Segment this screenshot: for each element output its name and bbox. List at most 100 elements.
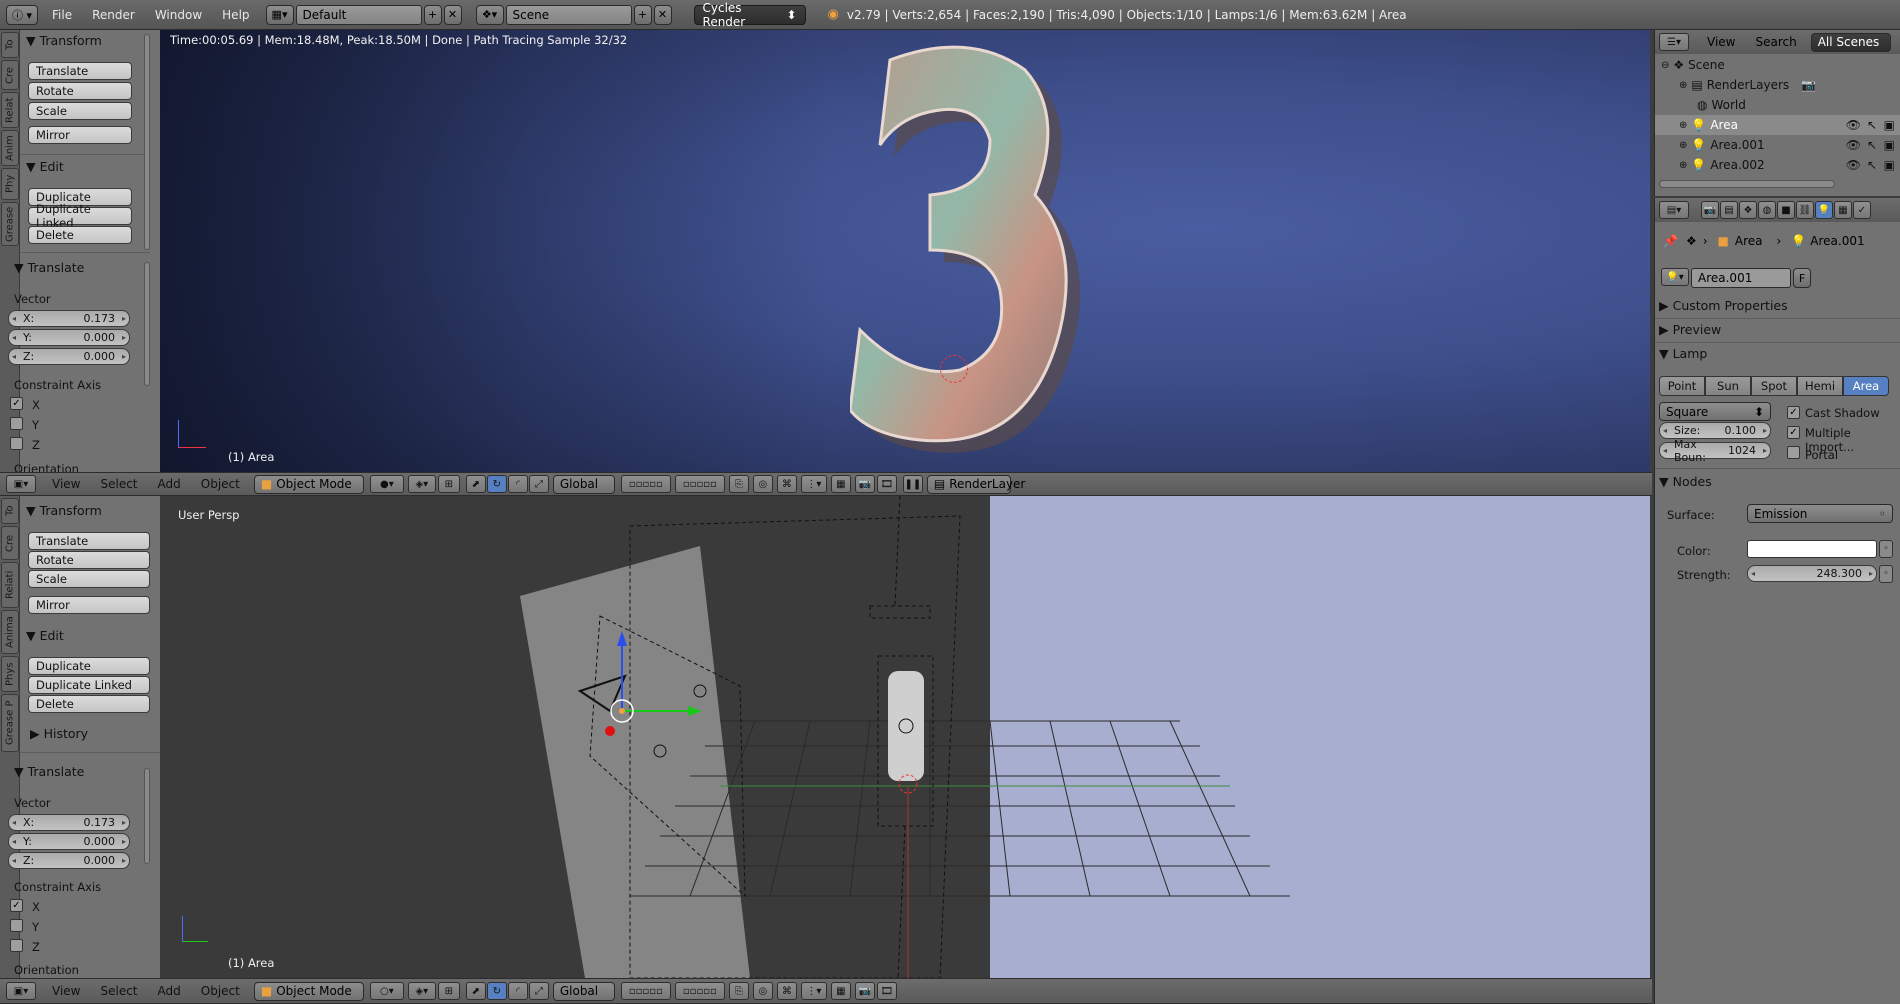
constraint-z-checkbox[interactable] xyxy=(10,939,23,952)
shelf-tab-grease[interactable]: Grease P xyxy=(1,694,19,752)
manipulator-toggle[interactable]: ⊞ xyxy=(437,475,460,493)
shelf-tab-create[interactable]: Cre xyxy=(1,526,19,560)
layers-grid-icon[interactable]: ▫▫▫▫▫ xyxy=(620,982,671,1000)
constraint-y-checkbox[interactable] xyxy=(10,919,23,932)
expand-icon[interactable]: ⊕ xyxy=(1679,160,1687,171)
world-tab-icon[interactable]: ◍ xyxy=(1758,201,1776,219)
size-field[interactable]: Size: 0.100 xyxy=(1659,422,1771,439)
menu-select[interactable]: Select xyxy=(100,984,137,998)
scale-button[interactable]: Scale xyxy=(28,570,150,588)
shelf-scrollbar[interactable] xyxy=(144,34,150,250)
menu-select[interactable]: Select xyxy=(100,477,137,491)
menu-object[interactable]: Object xyxy=(201,477,240,491)
shelf-scrollbar[interactable] xyxy=(144,262,150,386)
select-arrow-icon[interactable]: ↖ xyxy=(1867,138,1877,152)
layers-grid-2-icon[interactable]: ▫▫▫▫▫ xyxy=(674,982,725,1000)
visibility-eye-icon[interactable]: 👁 xyxy=(1846,138,1861,152)
add-layout-icon[interactable]: + xyxy=(423,4,442,25)
layers-grid-icon[interactable]: ▫▫▫▫▫ xyxy=(620,475,671,493)
scale-manip-icon[interactable]: ◜ xyxy=(507,475,528,493)
delete-button[interactable]: Delete xyxy=(28,695,150,713)
lamp-type-sun[interactable]: Sun xyxy=(1705,376,1751,396)
constraint-x-checkbox[interactable]: ✓ xyxy=(10,397,23,410)
shelf-tab-animation[interactable]: Anim xyxy=(1,130,19,166)
shelf-scrollbar[interactable] xyxy=(144,768,150,864)
lamp-browse-button[interactable]: 💡▾ xyxy=(1661,268,1689,286)
lock-layers-icon[interactable]: ⎘ xyxy=(728,475,749,493)
shelf-tab-physics[interactable]: Phys xyxy=(1,656,19,692)
rotate-manip-icon[interactable]: ↻ xyxy=(486,475,507,493)
snap-toggle-icon[interactable]: ⌘ xyxy=(776,475,797,493)
multiple-importance-checkbox[interactable]: ✓ xyxy=(1787,426,1800,439)
snap-element-icon[interactable]: ⋮▾ xyxy=(800,475,827,493)
orientation-dropdown[interactable]: Global xyxy=(552,981,615,1001)
outliner-row-area[interactable]: ⊕ 💡 Area 👁 ↖ ▣ xyxy=(1655,115,1900,135)
delete-button[interactable]: Delete xyxy=(28,226,132,244)
vector-z-field[interactable]: Z: 0.000 xyxy=(8,348,130,365)
shelf-tab-create[interactable]: Cre xyxy=(1,60,19,90)
visibility-eye-icon[interactable]: 👁 xyxy=(1846,118,1861,132)
menu-add[interactable]: Add xyxy=(158,984,181,998)
shelf-tab-physics[interactable]: Phy xyxy=(1,168,19,200)
lamp-panel[interactable]: ▼ Lamp xyxy=(1659,346,1897,361)
shape-dropdown[interactable]: Square ⬍ xyxy=(1659,402,1771,421)
layout-icon[interactable]: ▦▾ xyxy=(265,4,294,25)
lamp-type-hemi[interactable]: Hemi xyxy=(1797,376,1843,396)
vector-z-field[interactable]: Z: 0.000 xyxy=(8,852,130,869)
outliner-row-world[interactable]: ◍ World xyxy=(1655,95,1900,115)
render-icon[interactable]: ▦ xyxy=(830,475,851,493)
duplicate-linked-button[interactable]: Duplicate Linked xyxy=(28,676,150,694)
outliner-view-menu[interactable]: View xyxy=(1707,35,1735,49)
render-tab-icon[interactable]: 📷 xyxy=(1701,201,1719,219)
color-link-icon[interactable]: ◦ xyxy=(1879,540,1893,558)
lock-layers-icon[interactable]: ⎘ xyxy=(728,982,749,1000)
menu-object[interactable]: Object xyxy=(201,984,240,998)
shelf-tab-tools[interactable]: To xyxy=(1,498,19,524)
surface-dropdown[interactable]: Emission ◦ xyxy=(1747,504,1893,523)
layers-grid-2-icon[interactable]: ▫▫▫▫▫ xyxy=(674,475,725,493)
render-toggle-icon[interactable]: ▣ xyxy=(1884,138,1895,152)
rendered-viewport[interactable]: Time:00:05.69 | Mem:18.48M, Peak:18.50M … xyxy=(160,30,1650,472)
vector-x-field[interactable]: X: 0.173 xyxy=(8,310,130,327)
render-icon[interactable]: ▦ xyxy=(830,982,851,1000)
translate-manip-icon[interactable]: ⬈ xyxy=(465,982,486,1000)
editor-type-button[interactable]: ▣▾ xyxy=(6,475,36,493)
manipulator-toggle[interactable]: ⊞ xyxy=(437,982,460,1000)
render-layer-dropdown[interactable]: ▤ RenderLayer xyxy=(926,474,1025,494)
data-tab-icon[interactable]: 💡 xyxy=(1815,201,1833,219)
pin-icon[interactable]: 📌 xyxy=(1663,234,1678,248)
render-toggle-icon[interactable]: ▣ xyxy=(1884,158,1895,172)
max-bounces-field[interactable]: Max Boun: 1024 xyxy=(1659,438,1771,464)
editor-type-button[interactable]: ⓘ ▾ xyxy=(6,4,38,25)
outliner-row-renderlayers[interactable]: ⊕ ▤ RenderLayers 📷 xyxy=(1655,75,1900,95)
scene-icon[interactable]: ❖▾ xyxy=(475,4,504,25)
scene-field[interactable]: Scene xyxy=(505,4,632,25)
expand-icon[interactable]: ⊕ xyxy=(1679,80,1687,91)
shelf-tab-tools[interactable]: To xyxy=(1,32,19,58)
editor-type-button[interactable]: ☰▾ xyxy=(1659,33,1689,51)
editor-type-button[interactable]: ▣▾ xyxy=(6,982,36,1000)
menu-view[interactable]: View xyxy=(52,477,80,491)
visibility-eye-icon[interactable]: 👁 xyxy=(1846,158,1861,172)
pivot-dropdown[interactable]: ◈▾ xyxy=(407,982,436,1000)
expand-icon[interactable]: ⊕ xyxy=(1679,140,1687,151)
operator-panel-title[interactable]: ▼ Translate xyxy=(14,764,84,779)
outliner-search-menu[interactable]: Search xyxy=(1755,35,1796,49)
orientation-dropdown[interactable]: Global xyxy=(552,474,615,494)
cast-shadow-checkbox[interactable]: ✓ xyxy=(1787,406,1800,419)
proportional-edit-icon[interactable]: ◎ xyxy=(752,982,773,1000)
mode-dropdown[interactable]: ■ Object Mode xyxy=(253,474,364,494)
object-tab-icon[interactable]: ■ xyxy=(1777,201,1795,219)
3d-viewport[interactable]: User Persp (1) Area xyxy=(160,496,1650,978)
edit-panel-title[interactable]: ▼ Edit xyxy=(26,159,64,174)
outliner-row-area-002[interactable]: ⊕ 💡 Area.002 👁 ↖ ▣ xyxy=(1655,155,1900,175)
preview-panel[interactable]: ▶ Preview xyxy=(1659,322,1897,337)
lamp-type-spot[interactable]: Spot xyxy=(1751,376,1797,396)
custom-properties-panel[interactable]: ▶ Custom Properties xyxy=(1659,298,1897,313)
shelf-tab-animation[interactable]: Anima xyxy=(1,610,19,654)
remove-layout-icon[interactable]: ✕ xyxy=(443,4,462,25)
outliner-hscrollbar[interactable] xyxy=(1659,180,1835,188)
lamp-type-area[interactable]: Area xyxy=(1843,376,1889,396)
menu-view[interactable]: View xyxy=(52,984,80,998)
mirror-button[interactable]: Mirror xyxy=(28,126,132,144)
